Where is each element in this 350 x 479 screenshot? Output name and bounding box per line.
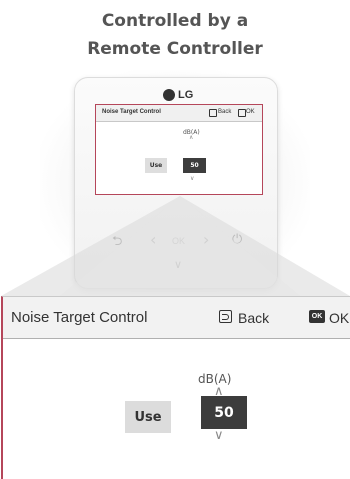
ok-icon[interactable]: OK [309, 310, 325, 323]
brand-name: LG [178, 89, 194, 101]
ok-label[interactable]: OK [329, 310, 349, 326]
chevron-down-icon[interactable]: ∨ [214, 428, 224, 443]
heading-line-2: Remote Controller [87, 39, 263, 59]
remote-screen-use-button: Use [145, 158, 167, 173]
use-button[interactable]: Use [125, 401, 171, 433]
chevron-down-icon: ∨ [190, 175, 195, 182]
remote-screen-ok-label: OK [246, 109, 255, 115]
remote-left-button-icon[interactable]: ‹ [150, 230, 156, 249]
brand-logo: LG [163, 87, 193, 103]
remote-screen-header: Noise Target Control Back OK [96, 105, 262, 122]
back-icon[interactable] [219, 310, 232, 323]
back-label[interactable]: Back [238, 310, 269, 326]
noise-value-field[interactable]: 50 [201, 396, 247, 429]
enlarged-screen-header: Noise Target Control Back OK OK [3, 297, 350, 339]
chevron-up-icon: ∧ [189, 134, 194, 141]
back-icon [209, 109, 217, 117]
heading-line-1: Controlled by a [101, 11, 249, 31]
remote-screen-title: Noise Target Control [102, 109, 161, 115]
remote-power-button-icon[interactable]: ⏻ [232, 232, 242, 247]
remote-screen-back-label: Back [218, 109, 232, 115]
remote-down-button-icon[interactable]: ∨ [174, 258, 182, 271]
remote-screen-preview: Noise Target Control Back OK dB(A) ∧ Use… [95, 104, 263, 195]
remote-screen-value: 50 [183, 158, 206, 173]
remote-right-button-icon[interactable]: › [203, 230, 209, 249]
remote-back-button-icon[interactable]: ⮌ [112, 232, 122, 254]
lg-logo-icon [163, 89, 175, 101]
screen-title: Noise Target Control [11, 309, 148, 326]
remote-ok-button[interactable]: OK [172, 236, 185, 246]
enlarged-screen: Noise Target Control Back OK OK dB(A) ∧ … [1, 296, 350, 479]
ok-icon [238, 109, 246, 117]
